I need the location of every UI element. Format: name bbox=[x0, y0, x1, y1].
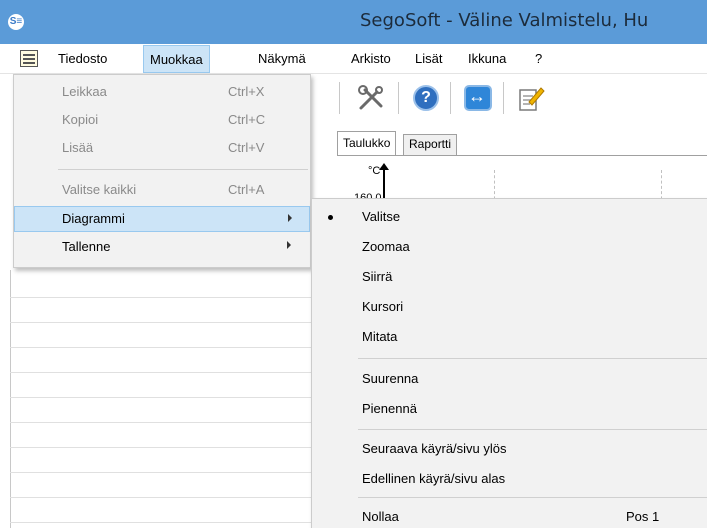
menu-item-nollaa[interactable]: Nollaa Pos 1 bbox=[312, 501, 707, 528]
tools-icon[interactable] bbox=[355, 82, 387, 114]
menu-item-valitse[interactable]: Valitse bbox=[312, 201, 707, 233]
menu-item-siirra[interactable]: Siirrä bbox=[312, 261, 707, 293]
menu-item-seuraava[interactable]: Seuraava käyrä/sivu ylös bbox=[312, 433, 707, 465]
sync-icon[interactable] bbox=[462, 82, 494, 114]
edit-menu: Leikkaa Ctrl+X Kopioi Ctrl+C Lisää Ctrl+… bbox=[13, 74, 311, 268]
menu-item-label: Nollaa bbox=[362, 509, 399, 524]
menu-item-label: Diagrammi bbox=[62, 211, 125, 226]
table-row[interactable] bbox=[10, 522, 312, 523]
table-row[interactable] bbox=[10, 297, 312, 298]
menu-item-label: Kopioi bbox=[62, 112, 99, 127]
menu-item-label: Mitata bbox=[362, 329, 398, 344]
menu-item-shortcut: Ctrl+A bbox=[228, 182, 265, 197]
menu-item-label: Tallenne bbox=[62, 239, 111, 254]
table-row[interactable] bbox=[10, 447, 312, 448]
menu-item-leikkaa[interactable]: Leikkaa Ctrl+X bbox=[14, 79, 310, 105]
menu-tiedosto[interactable]: Tiedosto bbox=[58, 51, 107, 66]
menu-item-shortcut: Ctrl+V bbox=[228, 140, 265, 155]
edit-note-icon[interactable] bbox=[515, 82, 547, 114]
menu-bar: Tiedosto Muokkaa Näkymä Arkisto Lisät Ik… bbox=[0, 44, 707, 74]
submenu-arrow-icon bbox=[287, 241, 291, 249]
list-border bbox=[10, 270, 11, 528]
menu-help[interactable]: ? bbox=[535, 51, 542, 66]
table-row[interactable] bbox=[10, 497, 312, 498]
menu-item-kursori[interactable]: Kursori bbox=[312, 291, 707, 323]
toolbar-separator bbox=[398, 82, 399, 114]
menu-item-shortcut: Ctrl+X bbox=[228, 84, 265, 99]
tab-raportti[interactable]: Raportti bbox=[403, 134, 458, 155]
menu-item-label: Kursori bbox=[362, 299, 404, 314]
menu-item-label: Lisää bbox=[62, 140, 94, 155]
toolbar-separator bbox=[503, 82, 504, 114]
menu-ikkuna[interactable]: Ikkuna bbox=[468, 51, 506, 66]
menu-item-shortcut: Pos 1 bbox=[626, 509, 660, 524]
menu-item-shortcut: Ctrl+C bbox=[228, 112, 266, 127]
menu-item-suurenna[interactable]: Suurenna bbox=[312, 363, 707, 395]
window-title: SegoSoft - Väline Valmistelu, Hu bbox=[360, 10, 649, 31]
document-icon[interactable] bbox=[20, 50, 38, 67]
diagram-submenu: Valitse Zoomaa Siirrä Kursori Mitata Suu… bbox=[311, 198, 707, 528]
menu-separator bbox=[358, 429, 707, 430]
menu-item-label: Valitse kaikki bbox=[62, 182, 137, 197]
menu-separator bbox=[358, 358, 707, 359]
menu-arkisto[interactable]: Arkisto bbox=[351, 51, 391, 66]
table-row[interactable] bbox=[10, 347, 312, 348]
menu-item-tallenne[interactable]: Tallenne bbox=[14, 234, 310, 260]
table-row[interactable] bbox=[10, 397, 312, 398]
menu-item-label: Siirrä bbox=[362, 269, 393, 284]
help-icon[interactable]: ? bbox=[410, 82, 442, 114]
menu-item-valitse-kaikki[interactable]: Valitse kaikki Ctrl+A bbox=[14, 177, 310, 203]
checked-bullet-icon bbox=[328, 215, 333, 220]
submenu-arrow-icon bbox=[288, 214, 292, 222]
toolbar-separator bbox=[450, 82, 451, 114]
menu-item-label: Leikkaa bbox=[62, 84, 107, 99]
menu-separator bbox=[58, 169, 308, 170]
menu-item-label: Seuraava käyrä/sivu ylös bbox=[362, 441, 507, 456]
tab-taulukko[interactable]: Taulukko bbox=[337, 131, 397, 155]
menu-item-edellinen[interactable]: Edellinen käyrä/sivu alas bbox=[312, 463, 707, 495]
menu-item-zoomaa[interactable]: Zoomaa bbox=[312, 231, 707, 263]
app-icon[interactable]: S≡ bbox=[8, 14, 24, 30]
table-row[interactable] bbox=[10, 322, 312, 323]
toolbar-separator bbox=[339, 82, 340, 114]
menu-item-diagrammi[interactable]: Diagrammi bbox=[14, 206, 310, 232]
menu-item-pienenna[interactable]: Pienennä bbox=[312, 393, 707, 425]
menu-item-label: Valitse bbox=[362, 209, 401, 224]
table-row[interactable] bbox=[10, 422, 312, 423]
table-row[interactable] bbox=[10, 372, 312, 373]
menu-item-lisaa[interactable]: Lisää Ctrl+V bbox=[14, 135, 310, 161]
menu-item-label: Pienennä bbox=[362, 401, 417, 416]
menu-item-kopioi[interactable]: Kopioi Ctrl+C bbox=[14, 107, 310, 133]
menu-nakyma[interactable]: Näkymä bbox=[258, 51, 306, 66]
menu-lisat[interactable]: Lisät bbox=[415, 51, 442, 66]
menu-item-label: Suurenna bbox=[362, 371, 419, 386]
menu-muokkaa[interactable]: Muokkaa bbox=[143, 45, 210, 73]
table-row[interactable] bbox=[10, 472, 312, 473]
menu-item-label: Edellinen käyrä/sivu alas bbox=[362, 471, 506, 486]
menu-separator bbox=[358, 497, 707, 498]
menu-item-mitata[interactable]: Mitata bbox=[312, 321, 707, 353]
title-bar: S≡ SegoSoft - Väline Valmistelu, Hu bbox=[0, 0, 707, 44]
menu-item-label: Zoomaa bbox=[362, 239, 410, 254]
